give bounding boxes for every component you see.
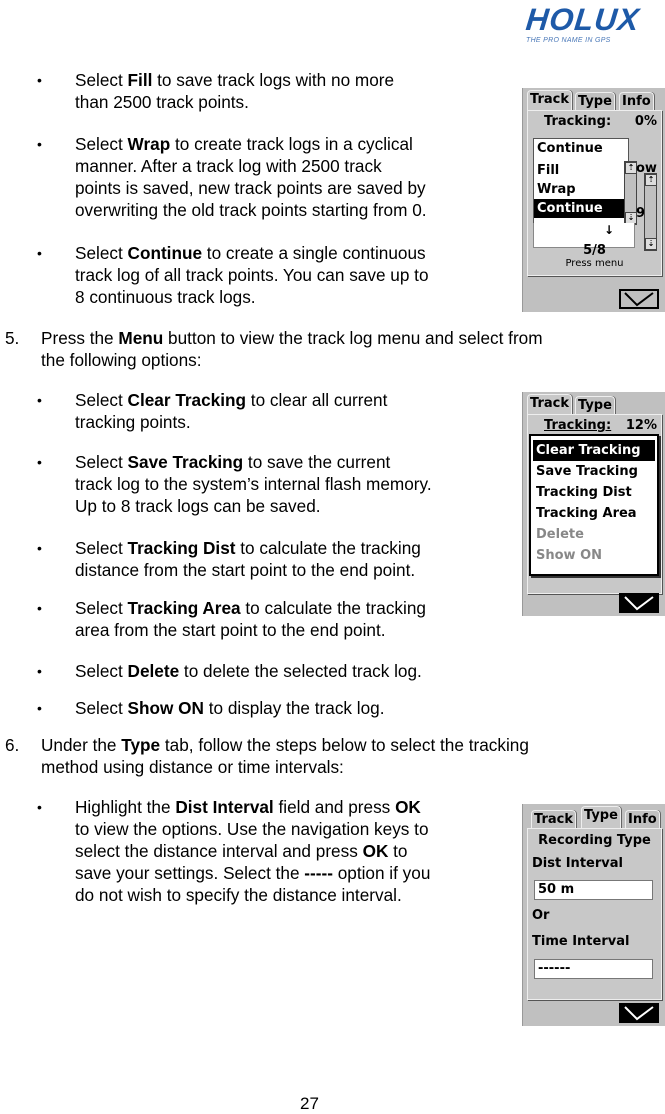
option-fill[interactable]: Fill [534, 161, 624, 180]
bullet-icon: • [37, 600, 42, 616]
tracking-percent: 0% [634, 114, 657, 129]
bullet-tracking-dist: Select Tracking Dist to calculate the tr… [75, 538, 421, 580]
bullet-fill: Select Fill to save track logs with no m… [75, 70, 395, 112]
bullet-icon: • [37, 72, 42, 88]
step-6-text: Under the Type tab, follow the steps bel… [41, 735, 529, 777]
bullet-icon: • [37, 392, 42, 408]
logo-brand: HOLUX [524, 2, 642, 37]
bullet-icon: • [37, 799, 42, 815]
track-count: 5/8 [583, 243, 606, 258]
device-screen-recording-type: Track Type Info Recording Type Dist Inte… [522, 804, 665, 1026]
press-menu-hint: Press menu [565, 258, 624, 269]
bullet-save-tracking: Select Save Tracking to save the current… [75, 452, 432, 516]
bullet-tracking-area: Select Tracking Area to calculate the tr… [75, 598, 426, 640]
tab-track[interactable]: Track [531, 810, 576, 830]
holux-logo: HOLUX THE PRO NAME IN GPS [522, 2, 642, 50]
or-label: Or [532, 908, 550, 923]
bullet-icon: • [37, 663, 42, 679]
device-screen-track-mode: Track Type Info Tracking: 0% Continue Fi… [522, 88, 665, 312]
bullet-icon: • [37, 454, 42, 470]
bullet-icon: • [37, 700, 42, 716]
mode-dropdown[interactable]: Continue [533, 138, 629, 162]
tab-info[interactable]: Info [619, 92, 654, 112]
track-menu: Clear Tracking Save Tracking Tracking Di… [529, 434, 659, 576]
checkmark-icon [624, 596, 654, 611]
step-5-text: Press the Menu button to view the track … [41, 328, 543, 370]
tab-track[interactable]: Track [527, 90, 572, 112]
menu-item-tracking-area[interactable]: Tracking Area [533, 503, 655, 524]
menu-item-show-on: Show ON [536, 548, 603, 563]
main-scrollbar[interactable]: ⇡ ⇣ [644, 173, 657, 251]
tab-type[interactable]: Type [575, 92, 615, 112]
option-wrap[interactable]: Wrap [534, 180, 624, 199]
bullet-icon: • [37, 540, 42, 556]
bullet-delete: Select Delete to delete the selected tra… [75, 661, 422, 681]
scroll-up-icon[interactable]: ⇡ [645, 174, 657, 186]
time-interval-label: Time Interval [532, 934, 630, 949]
menu-item-save-tracking[interactable]: Save Tracking [533, 461, 655, 482]
ok-button[interactable] [619, 593, 659, 613]
tab-type[interactable]: Type [581, 806, 621, 828]
checkmark-icon [624, 1006, 654, 1021]
tracking-label: Tracking: [544, 418, 612, 433]
bullet-continue: Select Continue to create a single conti… [75, 243, 429, 307]
bullet-show-on: Select Show ON to display the track log. [75, 698, 385, 718]
step-5-number: 5. [5, 328, 20, 348]
bullet-icon: • [37, 136, 42, 152]
mode-dropdown-value: Continue [537, 141, 603, 156]
track-panel: Tracking: 0% Continue Fill Wrap Continue… [527, 110, 662, 276]
page-number: 27 [300, 1094, 319, 1113]
tab-track[interactable]: Track [527, 394, 572, 416]
bullet-wrap: Select Wrap to create track logs in a cy… [75, 134, 427, 220]
logo-tagline: THE PRO NAME IN GPS [526, 37, 611, 44]
tracking-label: Tracking: [544, 114, 612, 129]
menu-item-clear-tracking[interactable]: Clear Tracking [533, 440, 655, 461]
tab-type[interactable]: Type [575, 396, 615, 416]
bullet-icon: • [37, 245, 42, 261]
recording-type-heading: Recording Type [538, 833, 651, 848]
mode-options-list: Fill Wrap Continue [533, 161, 625, 224]
option-continue[interactable]: Continue [534, 199, 624, 218]
device-screen-track-menu: Track Type Tracking: 12% Clear Tracking … [522, 392, 665, 616]
menu-item-tracking-dist[interactable]: Tracking Dist [533, 482, 655, 503]
checkmark-icon [624, 292, 654, 307]
tab-info[interactable]: Info [625, 810, 660, 830]
bullet-clear-tracking: Select Clear Tracking to clear all curre… [75, 390, 388, 432]
type-panel: Recording Type Dist Interval 50 m Or Tim… [527, 828, 662, 1000]
dist-interval-field[interactable]: 50 m [534, 880, 653, 900]
bullet-dist-interval: Highlight the Dist Interval field and pr… [75, 797, 431, 905]
ok-button[interactable] [619, 1003, 659, 1023]
cursor-icon: ↓ [604, 223, 615, 237]
step-6-number: 6. [5, 735, 20, 755]
time-interval-field[interactable]: ------ [534, 959, 653, 979]
tracking-percent: 12% [625, 418, 657, 433]
menu-item-delete: Delete [536, 527, 584, 542]
dist-interval-label: Dist Interval [532, 856, 623, 871]
ok-button[interactable] [619, 289, 659, 309]
